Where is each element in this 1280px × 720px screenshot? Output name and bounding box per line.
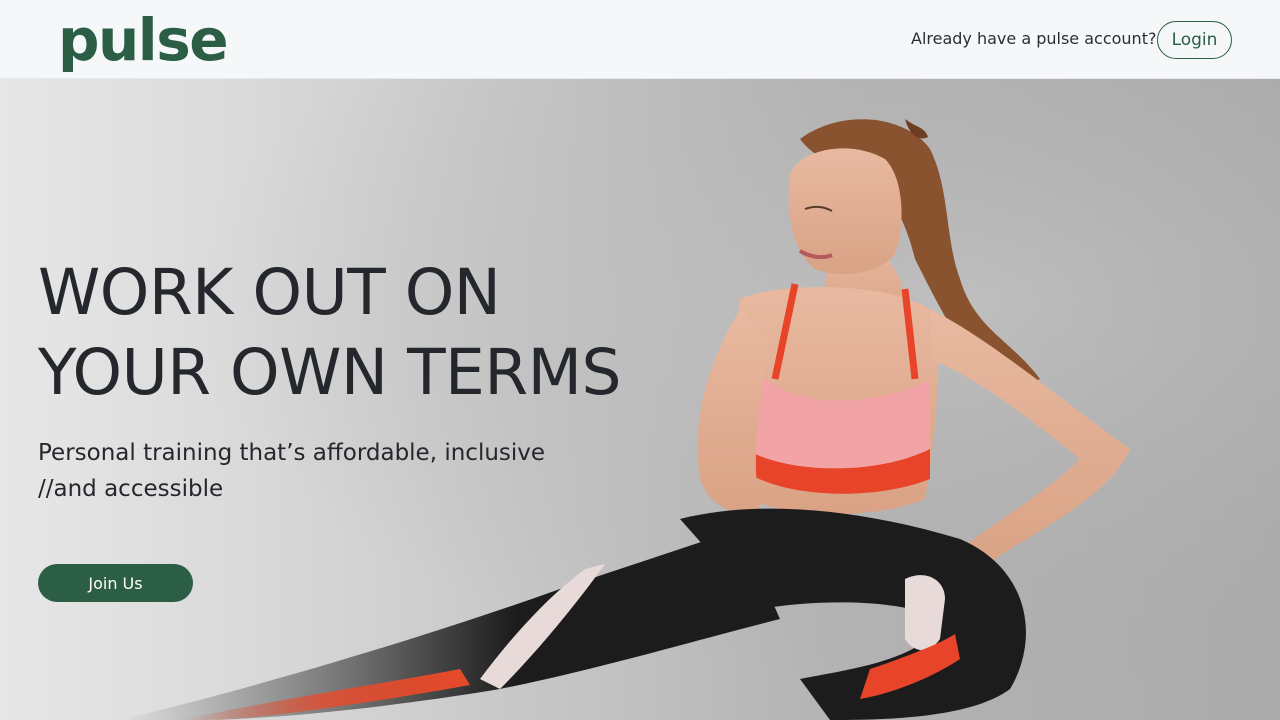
hero-headline: WORK OUT ON YOUR OWN TERMS [38,253,658,413]
hero-section: WORK OUT ON YOUR OWN TERMS Personal trai… [0,79,1280,720]
headline-line-2: YOUR OWN TERMS [38,336,621,409]
pulse-logo[interactable]: pulse [58,4,229,76]
headline-line-1: WORK OUT ON [38,256,501,329]
hero-subheading: Personal training that’s affordable, inc… [38,435,558,507]
top-navigation-bar: pulse Already have a pulse account? Logi… [0,0,1280,79]
join-us-button[interactable]: Join Us [38,564,193,602]
subheading-line-1: Personal training that’s affordable, inc… [38,440,546,466]
account-question-text: Already have a pulse account? [911,29,1157,48]
login-button[interactable]: Login [1157,21,1232,59]
subheading-line-2: //and accessible [38,476,224,502]
